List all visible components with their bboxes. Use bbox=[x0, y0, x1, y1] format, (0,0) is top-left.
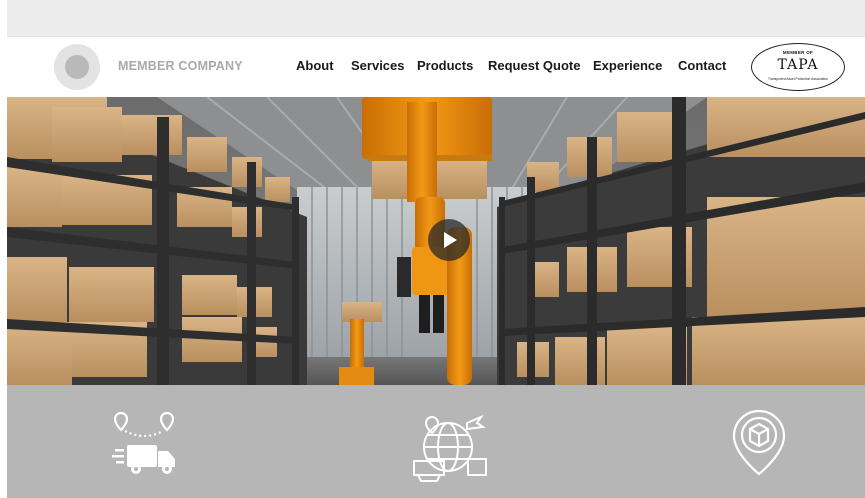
nav-services[interactable]: Services bbox=[351, 58, 405, 73]
badge-tagline: Transported Asset Protection Association bbox=[768, 77, 828, 81]
nav-experience[interactable]: Experience bbox=[593, 58, 662, 73]
package-location-pin-icon[interactable] bbox=[730, 409, 788, 477]
nav-products[interactable]: Products bbox=[417, 58, 473, 73]
nav-request-quote[interactable]: Request Quote bbox=[488, 58, 580, 73]
play-icon bbox=[444, 232, 457, 248]
nav-about[interactable]: About bbox=[296, 58, 334, 73]
tapa-member-badge[interactable]: MEMBER OF TAPA Transported Asset Protect… bbox=[751, 43, 845, 91]
global-logistics-icon[interactable] bbox=[412, 413, 492, 483]
badge-member-text: MEMBER OF bbox=[782, 50, 814, 55]
badge-mark: TAPA bbox=[777, 57, 819, 73]
hero-video[interactable] bbox=[7, 97, 865, 385]
nav-contact[interactable]: Contact bbox=[678, 58, 726, 73]
logo-inner-circle bbox=[65, 55, 89, 79]
delivery-truck-route-icon[interactable] bbox=[111, 411, 183, 479]
company-name: MEMBER COMPANY bbox=[118, 59, 243, 73]
left-frame-edge bbox=[0, 0, 7, 498]
video-play-button[interactable] bbox=[428, 219, 470, 261]
company-logo[interactable] bbox=[54, 44, 100, 90]
services-strip bbox=[7, 385, 865, 498]
site-header: MEMBER COMPANY About Services Products R… bbox=[7, 37, 865, 97]
browser-top-bar bbox=[0, 0, 865, 37]
